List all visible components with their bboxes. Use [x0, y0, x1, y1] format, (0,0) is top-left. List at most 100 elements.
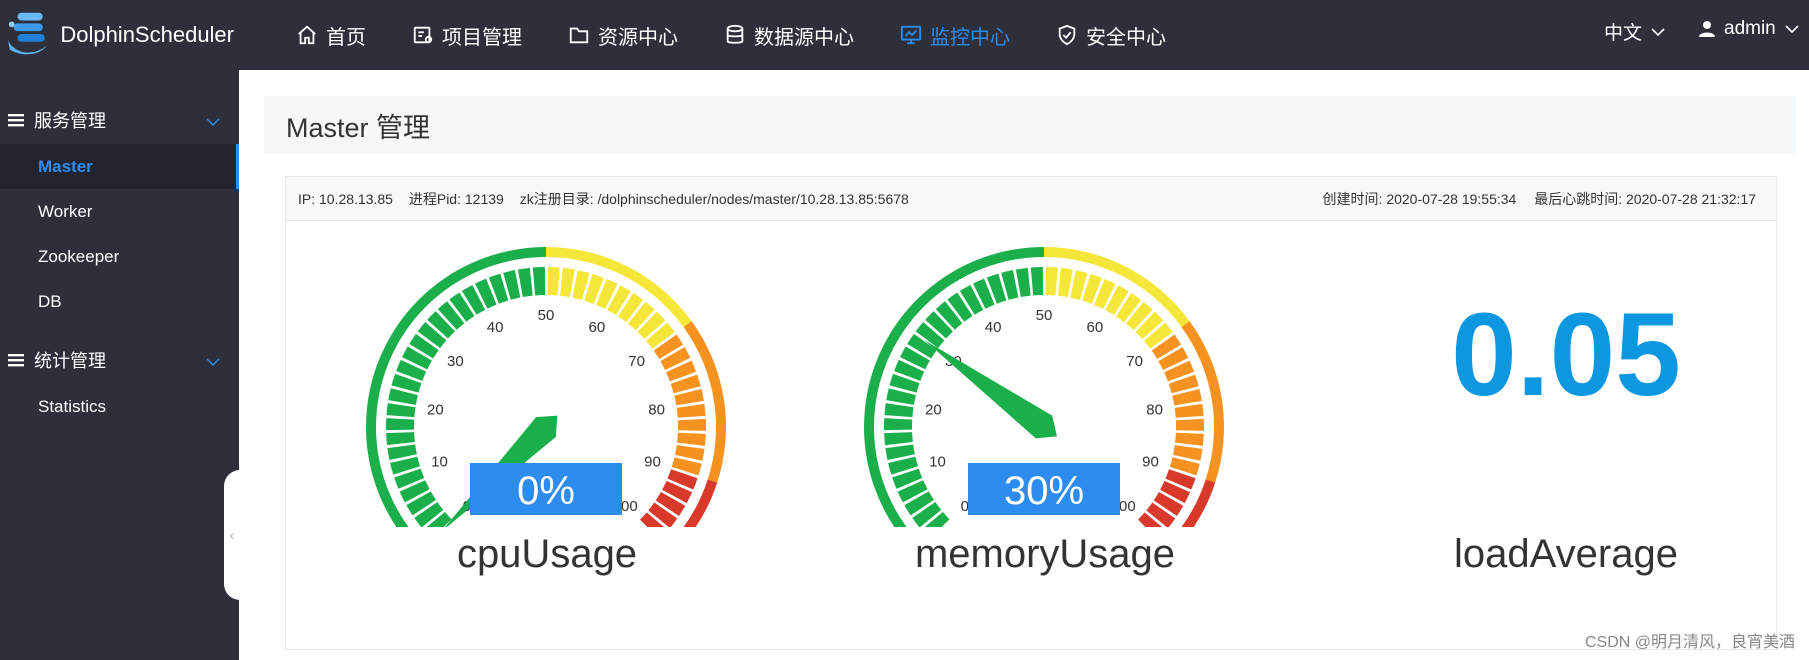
user-menu[interactable]: admin — [1698, 18, 1800, 40]
gauge-segment — [884, 418, 913, 431]
language-selector[interactable]: 中文 — [1604, 18, 1666, 45]
nav-home[interactable]: 首页 — [296, 21, 366, 50]
gauge-segment — [387, 444, 417, 461]
nav-resources[interactable]: 资源中心 — [568, 21, 678, 50]
sidebar-item-zookeeper[interactable]: Zookeeper — [0, 234, 239, 279]
gauge-segment — [1030, 267, 1044, 296]
gauge-segment — [1045, 267, 1058, 296]
nav-monitor-label: 监控中心 — [930, 26, 1010, 49]
chevron-left-icon: ‹ — [229, 527, 235, 543]
chevron-down-icon — [1651, 27, 1665, 36]
sidebar: 服务管理 Master Worker Zookeeper DB 统计管理 Sta… — [0, 70, 240, 660]
sidebar-item-db[interactable]: DB — [0, 279, 239, 324]
server-pid: 进程Pid: 12139 — [408, 190, 504, 207]
gauge-segment — [676, 403, 706, 418]
nav-datasource[interactable]: 数据源中心 — [724, 21, 854, 50]
gauge-value-text: 0% — [517, 469, 575, 513]
shield-icon — [1058, 24, 1076, 46]
dolphin-logo-icon — [7, 12, 47, 55]
folder-icon — [569, 27, 589, 44]
gauge-segment — [532, 267, 546, 296]
memory-usage-gauge: 010203040506070809010030% — [844, 227, 1244, 527]
gauge-tick-label: 70 — [1126, 353, 1143, 370]
gauge-segment — [547, 267, 560, 296]
page-title-bar: Master 管理 — [264, 96, 1796, 154]
load-average-value: 0.05 — [1451, 289, 1681, 421]
app-logo[interactable]: DolphinScheduler — [4, 10, 234, 60]
nav-datasource-label: 数据源中心 — [754, 26, 854, 49]
gauge-segment — [677, 432, 706, 446]
gauge-tick-label: 0 — [961, 498, 969, 515]
nav-projects[interactable]: 项目管理 — [412, 21, 522, 50]
server-heartbeat-time: 最后心跳时间: 2020-07-28 21:32:17 — [1534, 190, 1756, 207]
sidebar-item-statistics[interactable]: Statistics — [0, 384, 239, 429]
gauge-segment — [386, 432, 415, 446]
gauge-svg: 01020304050607080901000% — [366, 247, 726, 527]
gauge-segment — [1174, 403, 1204, 418]
gauge-tick-label: 10 — [929, 454, 946, 471]
gauge-segment — [1175, 432, 1204, 446]
gauge-tick-label: 60 — [589, 319, 606, 336]
watermark: CSDN @明月清风，良宵美酒 — [1584, 634, 1795, 651]
server-info-row: IP: 10.28.13.85 进程Pid: 12139 zk注册目录: /do… — [286, 177, 1776, 221]
nav-projects-label: 项目管理 — [442, 26, 522, 49]
gauge-segment — [884, 432, 913, 446]
sidebar-group-statistics[interactable]: 统计管理 — [0, 336, 239, 384]
gauge-tick-label: 20 — [925, 401, 942, 418]
gauge-segment — [884, 403, 914, 418]
cpu-usage-gauge: 01020304050607080901000% — [346, 227, 746, 527]
main-nav: 首页 项目管理 资源中心 数据源中心 监控中心 安全中心 — [296, 0, 1212, 70]
master-card: IP: 10.28.13.85 进程Pid: 12139 zk注册目录: /do… — [285, 176, 1777, 650]
home-icon — [298, 25, 316, 45]
gauge-tick-label: 80 — [648, 401, 665, 418]
sidebar-group-label: 统计管理 — [34, 351, 106, 371]
menu-icon — [8, 114, 24, 127]
sidebar-item-master[interactable]: Master — [0, 144, 239, 189]
page-title: Master 管理 — [286, 112, 431, 143]
sidebar-collapse-handle[interactable]: ‹ — [224, 470, 240, 600]
gauge-segment — [1057, 267, 1073, 298]
server-zk-path: zk注册目录: /dolphinscheduler/nodes/master/1… — [519, 190, 909, 207]
nav-home-label: 首页 — [326, 26, 366, 49]
chevron-down-icon — [206, 358, 220, 366]
user-name: admin — [1724, 18, 1776, 39]
gauge-tick-label: 90 — [644, 454, 661, 471]
gauge-segment — [559, 267, 575, 298]
gauge-tick-label: 90 — [1142, 454, 1159, 471]
gauge-segment — [1015, 267, 1031, 298]
gauge-tick-label: 10 — [431, 454, 448, 471]
cpu-usage-label: cpuUsage — [456, 532, 638, 576]
nav-security-label: 安全中心 — [1086, 26, 1166, 49]
app-name: DolphinScheduler — [60, 22, 234, 47]
gauge-svg: 010203040506070809010030% — [864, 247, 1224, 527]
gauge-tick-label: 50 — [1036, 307, 1053, 324]
server-created-time: 创建时间: 2020-07-28 19:55:34 — [1322, 190, 1517, 207]
load-average-label: loadAverage — [1454, 532, 1678, 576]
project-icon — [413, 26, 433, 44]
gauge-segment — [1173, 445, 1203, 461]
server-info-right: 创建时间: 2020-07-28 19:55:34 最后心跳时间: 2020-0… — [1309, 189, 1756, 209]
language-label: 中文 — [1604, 23, 1643, 44]
gauge-tick-label: 20 — [427, 401, 444, 418]
gauge-segment — [885, 444, 915, 461]
gauge-segment — [677, 418, 706, 431]
gauge-segment — [386, 418, 415, 431]
monitor-icon — [900, 25, 922, 45]
sidebar-group-service[interactable]: 服务管理 — [0, 96, 239, 144]
memory-usage-label: memoryUsage — [914, 532, 1176, 576]
database-icon — [726, 24, 744, 44]
gauge-value-text: 30% — [1004, 469, 1084, 513]
sidebar-item-worker[interactable]: Worker — [0, 189, 239, 234]
gauge-tick-label: 50 — [538, 307, 555, 324]
gauge-tick-label: 40 — [985, 319, 1002, 336]
main-content: Master 管理 IP: 10.28.13.85 进程Pid: 12139 z… — [239, 70, 1809, 660]
nav-monitor[interactable]: 监控中心 — [900, 21, 1010, 50]
menu-icon — [8, 354, 24, 367]
server-ip: IP: 10.28.13.85 — [298, 190, 393, 207]
nav-resources-label: 资源中心 — [598, 26, 678, 49]
gauge-segment — [386, 403, 416, 418]
gauge-tick-label: 80 — [1146, 401, 1163, 418]
gauge-tick-label: 70 — [628, 353, 645, 370]
nav-security[interactable]: 安全中心 — [1056, 21, 1166, 50]
gauge-tick-label: 30 — [447, 353, 464, 370]
